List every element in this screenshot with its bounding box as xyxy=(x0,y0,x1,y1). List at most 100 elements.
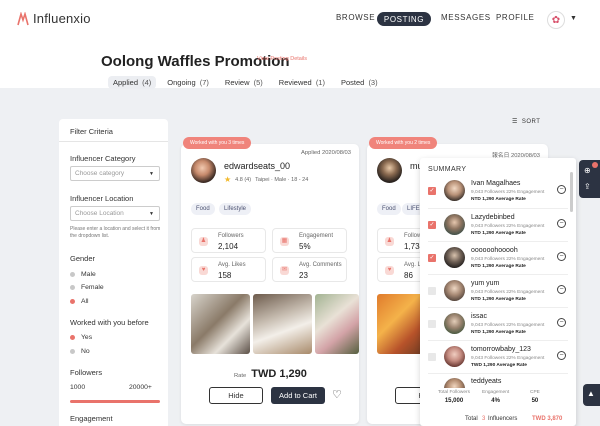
summary-row[interactable]: ✓ Ivan Magalhaes 9,043 Followers 22% Eng… xyxy=(420,176,570,206)
rate-value: TWD 1,290 xyxy=(251,368,307,380)
remove-icon[interactable]: − xyxy=(557,185,566,194)
avatar[interactable] xyxy=(377,158,402,183)
radio-icon xyxy=(70,285,75,290)
total-engagement: Engagement 4% xyxy=(482,390,509,404)
divider xyxy=(428,274,568,275)
rate-label: Rate xyxy=(234,373,247,379)
total-unit: Influencers xyxy=(488,416,518,422)
remove-icon[interactable]: − xyxy=(557,318,566,327)
totals-label: Total Followers xyxy=(438,390,470,395)
row-name: issac xyxy=(471,313,487,320)
cart-drawer-toggle[interactable]: ⊕ ⇪ xyxy=(579,160,600,198)
total-value: TWD 3,870 xyxy=(532,416,563,422)
worked-with-badge: Worked with you 2 times xyxy=(369,137,438,149)
row-name: Lazydebinbed xyxy=(471,214,515,221)
tab-review[interactable]: Review (5) xyxy=(220,76,268,89)
divider xyxy=(59,141,168,142)
hide-button[interactable]: Hide xyxy=(209,387,263,404)
post-photo[interactable] xyxy=(191,294,250,354)
totals-value: 15,000 xyxy=(444,398,464,404)
checkbox-unchecked[interactable] xyxy=(428,353,436,361)
scroll-top-button[interactable]: ▲ xyxy=(583,384,600,406)
summary-row[interactable]: ✓ oooooohooooh 9,043 Followers 22% Engag… xyxy=(420,243,570,273)
heart-icon: ♥ xyxy=(385,266,394,275)
summary-row[interactable]: yum yum 9,043 Followers 22% Engagement N… xyxy=(420,276,570,306)
location-select[interactable]: Choose Location ▼ xyxy=(70,206,160,221)
filter-title: Filter Criteria xyxy=(70,127,113,136)
avatar xyxy=(444,180,465,201)
radio-selected-icon xyxy=(70,335,75,340)
sort-icon: ☰ xyxy=(512,119,518,125)
metric-label: Followers xyxy=(218,233,244,239)
post-photo[interactable] xyxy=(253,294,312,354)
summary-row[interactable]: issac 9,043 Followers 22% Engagement NTD… xyxy=(420,309,570,339)
metric-label: Engagement xyxy=(299,233,334,239)
checkbox-checked[interactable]: ✓ xyxy=(428,187,436,195)
remove-icon[interactable]: − xyxy=(557,285,566,294)
remove-icon[interactable]: − xyxy=(557,252,566,261)
tab-reviewed[interactable]: Reviewed (1) xyxy=(274,76,330,89)
tab-label: Applied xyxy=(113,78,139,87)
slider-fill xyxy=(70,400,160,403)
summary-row[interactable]: tomorrowbaby_123 9,043 Followers 22% Eng… xyxy=(420,342,570,372)
star-icon: ★ xyxy=(224,175,232,184)
avatar[interactable] xyxy=(191,158,216,183)
tab-label: Posted xyxy=(340,78,365,87)
post-photo[interactable] xyxy=(315,294,359,354)
row-rate: TWD 1,290 Average Rate xyxy=(471,363,527,368)
checkbox-checked[interactable]: ✓ xyxy=(428,254,436,262)
row-stats: 9,043 Followers 22% Engagement xyxy=(471,290,545,295)
brand-logo[interactable]: Influenxio xyxy=(17,10,91,26)
avatar xyxy=(444,313,465,334)
avatar xyxy=(444,280,465,301)
gender-all-radio[interactable]: All xyxy=(70,298,89,305)
chevron-down-icon: ▼ xyxy=(149,170,154,177)
tab-count: (4) xyxy=(142,78,152,87)
nav-messages[interactable]: MESSAGES xyxy=(441,13,491,22)
nav-posting[interactable]: POSTING xyxy=(377,12,431,26)
sort-button[interactable]: ☰ SORT xyxy=(512,118,540,126)
influencer-name[interactable]: edwardseats_00 xyxy=(224,161,290,171)
remove-icon[interactable]: − xyxy=(557,351,566,360)
summary-row[interactable]: teddyeats xyxy=(420,374,570,388)
row-name: tomorrowbaby_123 xyxy=(471,346,531,353)
scrollbar[interactable] xyxy=(570,172,573,212)
checkbox-unchecked[interactable] xyxy=(428,287,436,295)
post-photo[interactable] xyxy=(377,294,425,354)
row-rate: NTD 1,290 Average Rate xyxy=(471,297,526,302)
followers-metric: ♟ Followers 2,104 xyxy=(191,228,266,253)
row-stats: 9,043 Followers 22% Engagement xyxy=(471,356,545,361)
worked-yes-radio[interactable]: Yes xyxy=(70,334,92,341)
notification-badge xyxy=(592,162,598,168)
user-avatar[interactable]: ✿ xyxy=(547,11,565,29)
remove-icon[interactable]: − xyxy=(557,219,566,228)
checkbox-unchecked[interactable] xyxy=(428,320,436,328)
totals-label: CPE xyxy=(530,390,540,395)
heart-icon[interactable]: ♡ xyxy=(332,388,342,401)
radio-label: Yes xyxy=(81,334,93,341)
summary-row[interactable]: ✓ Lazydebinbed 9,043 Followers 22% Engag… xyxy=(420,210,570,240)
view-posting-details-link[interactable]: View Posting Details xyxy=(257,56,307,62)
add-to-cart-button[interactable]: Add to Cart xyxy=(271,387,325,404)
chevron-down-icon[interactable]: ▼ xyxy=(570,15,577,22)
upload-icon: ⇪ xyxy=(584,182,591,191)
followers-slider[interactable] xyxy=(70,400,160,403)
row-rate: NTD 1,290 Average Rate xyxy=(471,231,526,236)
row-name: oooooohooooh xyxy=(471,247,518,254)
tab-ongoing[interactable]: Ongoing (7) xyxy=(162,76,214,89)
row-name: yum yum xyxy=(471,280,500,287)
category-select[interactable]: Choose category ▼ xyxy=(70,166,160,181)
tab-applied[interactable]: Applied (4) xyxy=(108,76,157,89)
tab-posted[interactable]: Posted (3) xyxy=(336,76,383,89)
nav-browse[interactable]: BROWSE xyxy=(336,13,375,22)
gender-male-radio[interactable]: Male xyxy=(70,271,96,278)
divider xyxy=(428,340,568,341)
worked-no-radio[interactable]: No xyxy=(70,348,90,355)
total-label: Total xyxy=(465,416,478,422)
nav-profile[interactable]: PROFILE xyxy=(496,13,534,22)
add-user-icon: ⊕ xyxy=(584,166,591,175)
applied-date: Applied 2020/08/03 xyxy=(301,150,351,156)
checkbox-checked[interactable]: ✓ xyxy=(428,221,436,229)
divider xyxy=(428,241,568,242)
gender-female-radio[interactable]: Female xyxy=(70,284,104,291)
